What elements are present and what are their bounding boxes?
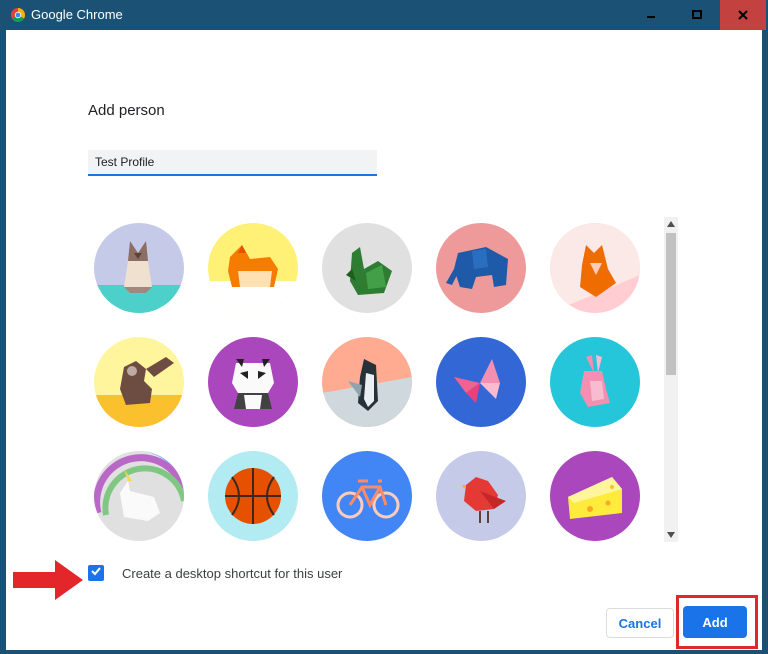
avatar-corgi[interactable] xyxy=(208,223,298,313)
avatar-cat[interactable] xyxy=(94,223,184,313)
maximize-button[interactable] xyxy=(674,0,720,30)
panda-icon xyxy=(232,359,274,409)
dragon-icon xyxy=(346,247,392,295)
chrome-icon xyxy=(11,8,25,22)
close-button[interactable] xyxy=(720,0,766,30)
unicorn-icon xyxy=(94,451,184,521)
avatar-monkey[interactable] xyxy=(94,337,184,427)
dialog-title: Add person xyxy=(88,102,165,119)
avatar-grid xyxy=(94,223,654,543)
bike-icon xyxy=(336,479,400,519)
penguin-icon xyxy=(322,359,412,427)
scroll-thumb[interactable] xyxy=(666,233,676,375)
check-icon xyxy=(90,564,102,582)
butterfly-icon xyxy=(454,359,500,403)
avatar-butterfly[interactable] xyxy=(436,337,526,427)
add-person-dialog: Add person Test Profile Create a desktop… xyxy=(6,30,762,650)
avatar-panda[interactable] xyxy=(208,337,298,427)
scroll-down-arrow-icon[interactable] xyxy=(664,528,678,542)
avatar-rabbit[interactable] xyxy=(550,337,640,427)
avatar-fox[interactable] xyxy=(550,223,640,313)
maximize-icon xyxy=(692,10,702,20)
avatar-bike[interactable] xyxy=(322,451,412,541)
shortcut-checkbox[interactable] xyxy=(88,565,104,581)
bird-icon xyxy=(462,477,506,523)
avatar-elephant[interactable] xyxy=(436,223,526,313)
avatar-penguin[interactable] xyxy=(322,337,412,427)
close-icon xyxy=(738,10,748,20)
cancel-button[interactable]: Cancel xyxy=(606,608,674,638)
title-bar: Google Chrome xyxy=(0,0,768,30)
cat-icon xyxy=(94,241,184,313)
avatar-basketball[interactable] xyxy=(208,451,298,541)
avatar-dragon[interactable] xyxy=(322,223,412,313)
profile-name-input[interactable] xyxy=(88,150,377,176)
fox-icon xyxy=(550,223,640,313)
avatar-scrollbar[interactable] xyxy=(664,217,678,542)
monkey-icon xyxy=(94,357,184,427)
add-button[interactable]: Add xyxy=(683,606,747,638)
basketball-icon xyxy=(225,468,281,524)
avatar-unicorn[interactable] xyxy=(94,451,184,541)
window-title: Google Chrome xyxy=(31,7,123,22)
avatar-cheese[interactable] xyxy=(550,451,640,541)
rabbit-icon xyxy=(580,355,610,407)
elephant-icon xyxy=(446,247,508,289)
shortcut-label[interactable]: Create a desktop shortcut for this user xyxy=(122,566,342,581)
cheese-icon xyxy=(568,477,622,519)
red-arrow-icon xyxy=(13,560,83,600)
scroll-up-arrow-icon[interactable] xyxy=(664,217,678,231)
corgi-icon xyxy=(208,245,298,313)
minimize-icon xyxy=(646,10,656,20)
minimize-button[interactable] xyxy=(628,0,674,30)
avatar-bird[interactable] xyxy=(436,451,526,541)
